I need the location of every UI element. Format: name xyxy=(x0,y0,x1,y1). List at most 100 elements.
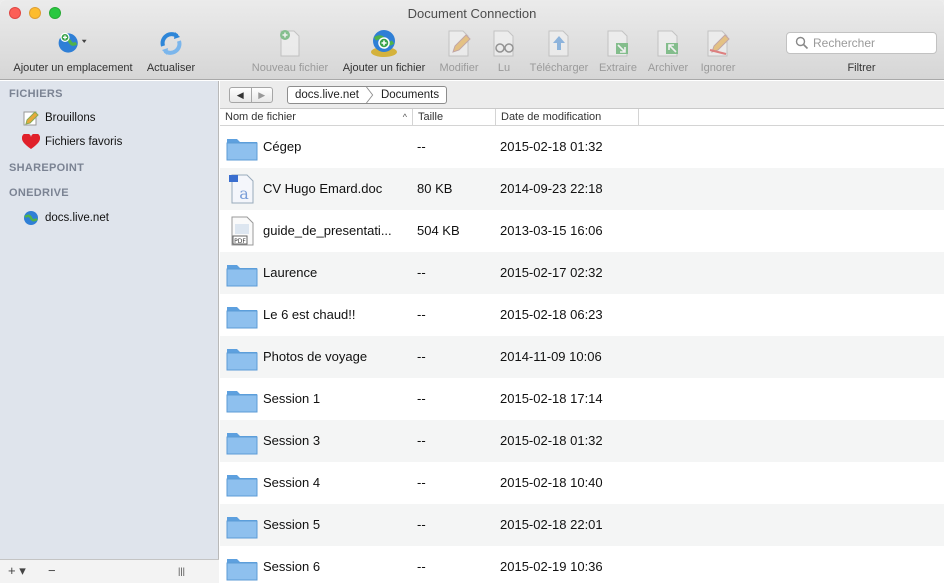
sidebar-resize-handle[interactable]: ||| xyxy=(178,566,185,576)
breadcrumb-documents[interactable]: Documents xyxy=(374,87,446,103)
file-row[interactable]: Cégep -- 2015-02-18 01:32 xyxy=(220,126,944,168)
file-row[interactable]: Session 5 -- 2015-02-18 22:01 xyxy=(220,504,944,546)
sidebar-header-sharepoint: SHAREPOINT xyxy=(9,162,85,174)
remove-location-button[interactable]: − xyxy=(48,563,56,578)
add-file-button[interactable]: Ajouter un fichier xyxy=(337,26,431,76)
svg-text:a: a xyxy=(239,184,249,203)
refresh-button[interactable]: Actualiser xyxy=(142,26,200,76)
file-modified: 2014-11-09 10:06 xyxy=(500,349,602,364)
file-size: -- xyxy=(417,391,426,406)
file-modified: 2013-03-15 16:06 xyxy=(500,223,603,238)
pdf-document-icon: PDF xyxy=(226,216,258,246)
heart-icon xyxy=(22,133,40,151)
add-file-icon xyxy=(368,26,400,60)
file-name: Session 4 xyxy=(263,475,321,490)
file-size: -- xyxy=(417,559,426,574)
file-row[interactable]: Le 6 est chaud!! -- 2015-02-18 06:23 xyxy=(220,294,944,336)
file-size: -- xyxy=(417,433,426,448)
file-size: -- xyxy=(417,475,426,490)
add-location-menu-button[interactable]: + ▾ xyxy=(8,563,26,579)
folder-icon xyxy=(226,300,258,330)
sidebar-header-onedrive: ONEDRIVE xyxy=(9,187,69,199)
file-size: 80 KB xyxy=(417,181,453,196)
folder-icon xyxy=(226,552,258,582)
file-row[interactable]: Session 3 -- 2015-02-18 01:32 xyxy=(220,420,944,462)
file-name: Le 6 est chaud!! xyxy=(263,307,356,322)
word-document-icon: a xyxy=(226,174,258,204)
refresh-icon xyxy=(155,26,187,60)
search-placeholder: Rechercher xyxy=(813,36,876,50)
file-name: Cégep xyxy=(263,139,302,154)
search-icon xyxy=(795,36,809,50)
ignore-icon xyxy=(702,26,734,60)
folder-icon xyxy=(226,342,258,372)
file-row[interactable]: Photos de voyage -- 2014-11-09 10:06 xyxy=(220,336,944,378)
column-modified[interactable]: Date de modification xyxy=(496,109,639,126)
file-name: Session 5 xyxy=(263,517,321,532)
breadcrumb-docs-live-net[interactable]: docs.live.net xyxy=(288,87,366,103)
file-modified: 2015-02-19 10:36 xyxy=(500,559,603,574)
forward-button[interactable]: ▶ xyxy=(250,88,273,102)
breadcrumb: docs.live.net Documents xyxy=(287,86,448,104)
sidebar-item-docs-live-net[interactable]: docs.live.net xyxy=(22,209,109,227)
download-button[interactable]: Télécharger xyxy=(526,26,592,76)
file-modified: 2014-09-23 22:18 xyxy=(500,181,603,196)
file-modified: 2015-02-18 06:23 xyxy=(500,307,603,322)
globe-add-icon xyxy=(57,26,89,60)
breadcrumb-separator-icon xyxy=(366,87,374,103)
extract-button[interactable]: Extraire xyxy=(596,26,640,76)
file-size: 504 KB xyxy=(417,223,460,238)
column-header: Nom de fichier ^ Taille Date de modifica… xyxy=(220,109,944,126)
sidebar-item-favorites[interactable]: Fichiers favoris xyxy=(22,133,122,151)
folder-icon xyxy=(226,132,258,162)
file-list: Cégep -- 2015-02-18 01:32 a CV Hugo Emard.do… xyxy=(220,126,944,583)
folder-icon xyxy=(226,468,258,498)
folder-icon xyxy=(226,384,258,414)
file-modified: 2015-02-18 01:32 xyxy=(500,139,603,154)
new-file-icon xyxy=(274,26,306,60)
file-modified: 2015-02-17 02:32 xyxy=(500,265,603,280)
file-modified: 2015-02-18 01:32 xyxy=(500,433,603,448)
file-name: Session 6 xyxy=(263,559,321,574)
download-icon xyxy=(543,26,575,60)
column-name[interactable]: Nom de fichier ^ xyxy=(220,109,413,126)
window-title: Document Connection xyxy=(407,6,537,21)
filter-label: Filtrer xyxy=(847,62,876,74)
file-size: -- xyxy=(417,349,426,364)
edit-button[interactable]: Modifier xyxy=(434,26,484,76)
new-file-button[interactable]: Nouveau fichier xyxy=(246,26,334,76)
file-row[interactable]: Session 1 -- 2015-02-18 17:14 xyxy=(220,378,944,420)
globe-icon xyxy=(22,209,40,227)
file-row[interactable]: Session 6 -- 2015-02-19 10:36 xyxy=(220,546,944,583)
sidebar-item-drafts[interactable]: Brouillons xyxy=(22,109,96,127)
file-row[interactable]: PDF guide_de_presentati... 504 KB 2013-03-1… xyxy=(220,210,944,252)
nav-buttons: ◀ ▶ xyxy=(229,87,273,103)
file-browser: ◀ ▶ docs.live.net Documents Nom de fichi… xyxy=(220,81,944,583)
document-connection-window: Document Connection Ajouter un emplaceme… xyxy=(0,0,944,583)
file-modified: 2015-02-18 17:14 xyxy=(500,391,603,406)
read-button[interactable]: Lu xyxy=(488,26,520,76)
sidebar-header-files: FICHIERS xyxy=(9,88,63,100)
file-name: Session 1 xyxy=(263,391,321,406)
sort-ascending-icon: ^ xyxy=(402,112,407,122)
extract-icon xyxy=(602,26,634,60)
file-name: Laurence xyxy=(263,265,318,280)
back-button[interactable]: ◀ xyxy=(230,88,251,102)
add-location-button[interactable]: Ajouter un emplacement xyxy=(8,26,138,76)
column-size[interactable]: Taille xyxy=(413,109,496,126)
archive-button[interactable]: Archiver xyxy=(644,26,692,76)
sidebar-footer: + ▾ − ||| xyxy=(0,559,219,583)
file-name: Session 3 xyxy=(263,433,321,448)
file-row[interactable]: a CV Hugo Emard.doc 80 KB 2014-09-23 22:18 xyxy=(220,168,944,210)
file-modified: 2015-02-18 10:40 xyxy=(500,475,603,490)
ignore-button[interactable]: Ignorer xyxy=(696,26,740,76)
drafts-icon xyxy=(22,109,40,127)
file-row[interactable]: Session 4 -- 2015-02-18 10:40 xyxy=(220,462,944,504)
file-row[interactable]: Laurence -- 2015-02-17 02:32 xyxy=(220,252,944,294)
edit-pencil-icon xyxy=(443,26,475,60)
folder-icon xyxy=(226,510,258,540)
file-size: -- xyxy=(417,139,426,154)
file-size: -- xyxy=(417,517,426,532)
read-glasses-icon xyxy=(488,26,520,60)
search-field[interactable]: Rechercher xyxy=(786,32,937,54)
